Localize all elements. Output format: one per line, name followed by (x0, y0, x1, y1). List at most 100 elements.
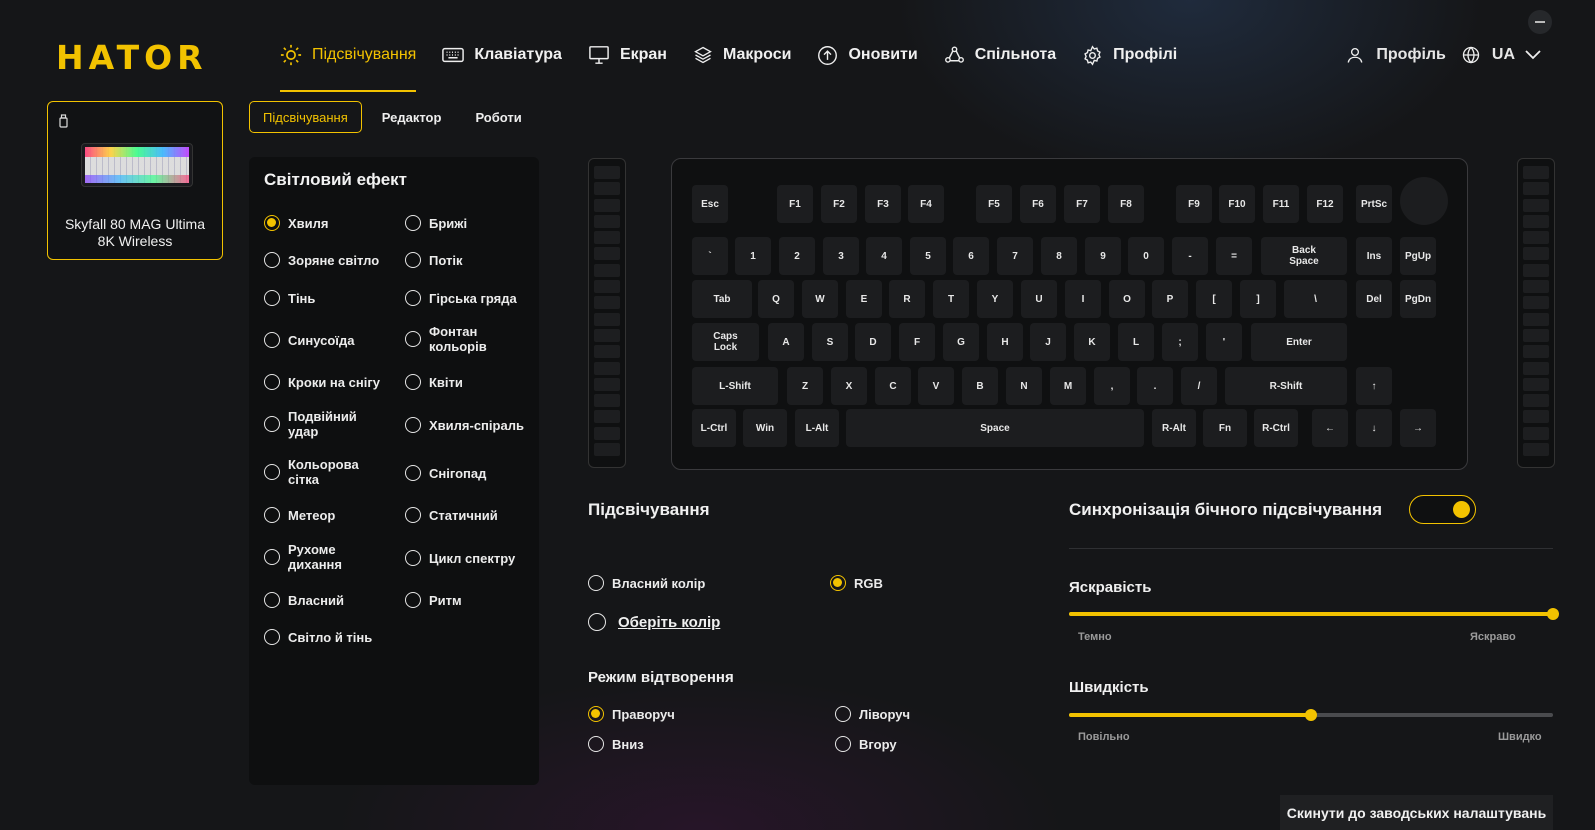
key[interactable]: Enter (1251, 323, 1347, 361)
key[interactable]: PrtSc (1356, 185, 1392, 223)
effect-option[interactable]: Тінь (264, 290, 315, 306)
key[interactable]: ' (1206, 323, 1242, 361)
key[interactable]: Z (787, 367, 823, 405)
key[interactable]: P (1152, 280, 1188, 318)
slider-thumb[interactable] (1547, 608, 1559, 620)
key[interactable]: C (875, 367, 911, 405)
pick-color-option[interactable]: Оберіть колір (588, 613, 720, 631)
key[interactable]: Fn (1203, 409, 1247, 447)
nav-community[interactable]: Спільнота (944, 38, 1056, 72)
profile-link[interactable]: Профіль (1346, 46, 1446, 64)
key[interactable]: Q (758, 280, 794, 318)
key[interactable]: D (855, 323, 891, 361)
effect-option[interactable]: Гірська гряда (405, 290, 517, 306)
key[interactable]: L-Ctrl (692, 409, 736, 447)
key[interactable]: M (1050, 367, 1086, 405)
nav-profiles[interactable]: Профілі (1082, 38, 1177, 72)
brightness-slider[interactable] (1069, 608, 1559, 620)
key[interactable]: L-Alt (795, 409, 839, 447)
key[interactable]: F8 (1108, 185, 1144, 223)
key[interactable]: Y (977, 280, 1013, 318)
key[interactable]: F1 (777, 185, 813, 223)
key[interactable]: F4 (908, 185, 944, 223)
key[interactable]: PgUp (1400, 237, 1436, 275)
key[interactable]: X (831, 367, 867, 405)
factory-reset-button[interactable]: Скинути до заводських налаштувань (1280, 795, 1553, 830)
key[interactable]: 1 (735, 237, 771, 275)
effect-option[interactable]: Подвійний удар (264, 409, 357, 439)
key[interactable]: 4 (866, 237, 902, 275)
key[interactable]: → (1400, 409, 1436, 447)
key[interactable]: 2 (779, 237, 815, 275)
key[interactable]: F11 (1263, 185, 1299, 223)
key[interactable]: F (899, 323, 935, 361)
key[interactable]: E (846, 280, 882, 318)
key[interactable]: N (1006, 367, 1042, 405)
key[interactable]: R-Alt (1152, 409, 1196, 447)
effect-option[interactable]: Рухоме дихання (264, 542, 342, 572)
key[interactable]: 9 (1085, 237, 1121, 275)
key[interactable]: Win (743, 409, 787, 447)
key[interactable]: F10 (1219, 185, 1255, 223)
effect-option[interactable]: Хвиля-спіраль (405, 417, 524, 433)
key[interactable]: - (1172, 237, 1208, 275)
key[interactable]: Back Space (1261, 237, 1347, 275)
effect-option[interactable]: Фонтан кольорів (405, 324, 487, 354)
direction-left[interactable]: Ліворуч (835, 706, 910, 722)
effect-option[interactable]: Цикл спектру (405, 550, 515, 566)
key[interactable]: . (1137, 367, 1173, 405)
key[interactable]: F12 (1307, 185, 1343, 223)
key[interactable]: L-Shift (692, 367, 778, 405)
tab-works[interactable]: Роботи (461, 101, 535, 133)
key[interactable]: 8 (1041, 237, 1077, 275)
pick-color-link[interactable]: Оберіть колір (618, 615, 720, 630)
key[interactable]: F6 (1020, 185, 1056, 223)
key[interactable]: ` (692, 237, 728, 275)
minimize-button[interactable] (1528, 10, 1552, 34)
key[interactable]: = (1216, 237, 1252, 275)
tab-editor[interactable]: Редактор (368, 101, 456, 133)
slider-thumb[interactable] (1305, 709, 1317, 721)
nav-keyboard[interactable]: Клавіатура (442, 38, 562, 72)
effect-option[interactable]: Кроки на снігу (264, 374, 380, 390)
effect-option[interactable]: Метеор (264, 507, 335, 523)
effect-option[interactable]: Синусоїда (264, 332, 354, 348)
key[interactable]: K (1074, 323, 1110, 361)
key[interactable]: R (889, 280, 925, 318)
key[interactable]: / (1181, 367, 1217, 405)
key[interactable]: ← (1312, 409, 1348, 447)
key[interactable]: ↓ (1356, 409, 1392, 447)
key[interactable]: Tab (692, 280, 752, 318)
key[interactable]: ↑ (1356, 367, 1392, 405)
key[interactable]: L (1118, 323, 1154, 361)
key[interactable]: Esc (692, 185, 728, 223)
effect-option[interactable]: Квіти (405, 374, 463, 390)
effect-option[interactable]: Зоряне світло (264, 252, 379, 268)
key[interactable]: ] (1240, 280, 1276, 318)
effect-option[interactable]: Світло й тінь (264, 629, 372, 645)
key[interactable]: R-Shift (1225, 367, 1347, 405)
key[interactable]: U (1021, 280, 1057, 318)
key[interactable]: ; (1162, 323, 1198, 361)
key[interactable]: S (812, 323, 848, 361)
key[interactable]: W (802, 280, 838, 318)
key[interactable]: O (1109, 280, 1145, 318)
device-card[interactable]: Skyfall 80 MAG Ultima 8K Wireless (47, 101, 223, 260)
key[interactable]: R-Ctrl (1254, 409, 1298, 447)
key[interactable]: 7 (997, 237, 1033, 275)
key[interactable]: F9 (1176, 185, 1212, 223)
key[interactable]: 3 (823, 237, 859, 275)
key[interactable]: J (1030, 323, 1066, 361)
effect-option[interactable]: Брижі (405, 215, 467, 231)
nav-screen[interactable]: Екран (588, 38, 667, 72)
direction-right[interactable]: Праворуч (588, 706, 675, 722)
key[interactable]: Caps Lock (692, 323, 759, 361)
effect-option[interactable]: Власний (264, 592, 344, 608)
tab-lighting[interactable]: Підсвічування (249, 101, 362, 133)
key[interactable]: F2 (821, 185, 857, 223)
key[interactable]: F5 (976, 185, 1012, 223)
key[interactable]: B (962, 367, 998, 405)
direction-up[interactable]: Вгору (835, 736, 897, 752)
key[interactable]: G (943, 323, 979, 361)
sync-toggle[interactable] (1409, 495, 1476, 524)
